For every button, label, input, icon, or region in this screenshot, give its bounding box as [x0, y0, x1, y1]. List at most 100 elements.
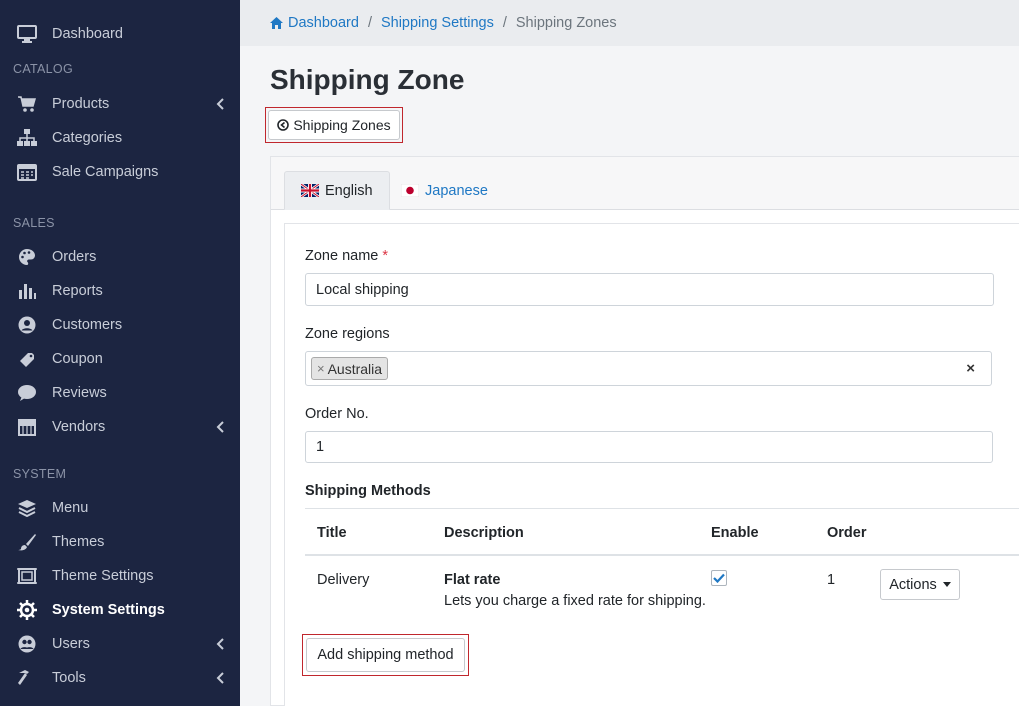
bar-chart-icon [16, 281, 38, 301]
table-header-border [305, 554, 1019, 556]
tab-english[interactable]: English [284, 171, 390, 210]
circle-arrow-left-icon [277, 119, 290, 131]
page-title: Shipping Zone [270, 64, 465, 95]
clear-selection-icon[interactable]: × [966, 360, 975, 377]
caret-down-icon [942, 582, 951, 587]
sidebar-item-customers[interactable]: Customers [0, 308, 240, 342]
sidebar-item-vendors[interactable]: Vendors [0, 410, 240, 444]
sidebar-item-themes[interactable]: Themes [0, 525, 240, 559]
monitor-icon [16, 24, 38, 44]
comment-icon [16, 383, 38, 403]
palette-icon [16, 247, 38, 267]
add-method-highlight: Add shipping method [302, 634, 469, 676]
section-heading-sales: SALES [13, 216, 55, 230]
table-top-border [305, 508, 1019, 509]
sidebar-item-label: Menu [52, 500, 89, 516]
ticket-icon [16, 349, 38, 369]
breadcrumb: Dashboard / Shipping Settings / Shipping… [240, 0, 1019, 46]
check-icon [713, 573, 725, 583]
language-tabs: English Japanese [271, 157, 1019, 210]
cart-icon [16, 94, 38, 114]
chevron-left-icon [214, 671, 228, 685]
sidebar-item-menu[interactable]: Menu [0, 491, 240, 525]
breadcrumb-current: Shipping Zones [515, 15, 617, 31]
calendar-icon [16, 162, 38, 182]
frame-icon [16, 566, 38, 586]
chevron-left-icon [214, 420, 228, 434]
column-header-order: Order [827, 525, 867, 541]
section-heading-system: SYSTEM [13, 467, 67, 481]
breadcrumb-dashboard-link[interactable]: Dashboard [288, 15, 359, 31]
chevron-left-icon [214, 637, 228, 651]
sidebar-item-label: Reports [52, 283, 103, 299]
zone-name-label: Zone name * [305, 248, 389, 264]
column-header-enable: Enable [711, 525, 759, 541]
sidebar: Dashboard CATALOG Products Categories Sa… [0, 0, 240, 706]
back-to-shipping-zones-button[interactable]: Shipping Zones [268, 110, 400, 140]
sidebar-item-theme-settings[interactable]: Theme Settings [0, 559, 240, 593]
tab-japanese[interactable]: Japanese [385, 171, 504, 210]
sidebar-item-label: Categories [52, 130, 123, 146]
sidebar-item-coupon[interactable]: Coupon [0, 342, 240, 376]
order-number-input[interactable]: 1 [305, 431, 993, 463]
zone-regions-label: Zone regions [305, 326, 390, 342]
sidebar-item-reports[interactable]: Reports [0, 274, 240, 308]
section-heading-catalog: CATALOG [13, 62, 73, 76]
sidebar-item-reviews[interactable]: Reviews [0, 376, 240, 410]
sidebar-item-users[interactable]: Users [0, 627, 240, 661]
uk-flag-icon [300, 182, 320, 199]
column-header-description: Description [444, 525, 524, 541]
tab-label: English [325, 182, 373, 199]
method-actions-dropdown[interactable]: Actions [880, 569, 960, 600]
sidebar-item-products[interactable]: Products [0, 87, 240, 121]
add-shipping-method-button[interactable]: Add shipping method [306, 638, 465, 672]
sidebar-item-label: Reviews [52, 385, 107, 401]
brush-icon [16, 532, 38, 552]
sidebar-item-label: Products [52, 96, 110, 112]
method-order-cell: 1 [827, 572, 836, 588]
region-tag: × Australia [311, 357, 389, 380]
breadcrumb-shipping-settings-link[interactable]: Shipping Settings [381, 15, 494, 31]
sidebar-item-categories[interactable]: Categories [0, 121, 240, 155]
tab-content-english: Zone name * Local shipping Zone regions … [284, 223, 1019, 706]
breadcrumb-separator: / [367, 15, 372, 31]
sitemap-icon [16, 128, 38, 148]
sidebar-item-system-settings[interactable]: System Settings [0, 593, 240, 627]
breadcrumb-separator: / [502, 15, 507, 31]
shipping-methods-title: Shipping Methods [305, 483, 431, 499]
tag-remove-icon[interactable]: × [317, 361, 325, 376]
sidebar-item-label: Coupon [52, 351, 103, 367]
users-icon [16, 634, 38, 654]
gear-icon [16, 600, 38, 620]
tab-label: Japanese [425, 182, 488, 199]
layers-icon [16, 498, 38, 518]
sidebar-item-label: Vendors [52, 419, 106, 435]
sidebar-item-label: Theme Settings [52, 568, 154, 584]
sidebar-item-label: Dashboard [52, 26, 123, 42]
sidebar-item-label: Customers [52, 317, 123, 333]
zone-regions-select[interactable]: × Australia × [305, 351, 992, 386]
back-button-highlight: Shipping Zones [265, 107, 403, 143]
zone-form-card: English Japanese Zone name * Local shipp… [270, 156, 1019, 706]
sidebar-item-label: Orders [52, 249, 97, 265]
japan-flag-icon [400, 183, 420, 198]
sidebar-item-label: Users [52, 636, 90, 652]
user-circle-icon [16, 315, 38, 335]
chevron-left-icon [214, 97, 228, 111]
sidebar-item-label: Themes [52, 534, 105, 550]
required-mark: * [382, 248, 389, 264]
method-desc-title: Flat rate [444, 572, 501, 588]
sidebar-item-dashboard[interactable]: Dashboard [0, 17, 240, 51]
store-icon [16, 417, 38, 437]
back-button-label: Shipping Zones [293, 117, 391, 133]
zone-name-input[interactable]: Local shipping [305, 273, 994, 306]
sidebar-item-orders[interactable]: Orders [0, 240, 240, 274]
method-enable-checkbox[interactable] [711, 570, 727, 586]
column-header-title: Title [317, 525, 347, 541]
actions-label: Actions [889, 576, 937, 593]
order-number-label: Order No. [305, 406, 369, 422]
sidebar-item-sale-campaigns[interactable]: Sale Campaigns [0, 155, 240, 189]
method-desc-text: Lets you charge a fixed rate for shippin… [444, 593, 706, 609]
method-title-cell: Delivery [317, 572, 370, 588]
sidebar-item-tools[interactable]: Tools [0, 661, 240, 695]
